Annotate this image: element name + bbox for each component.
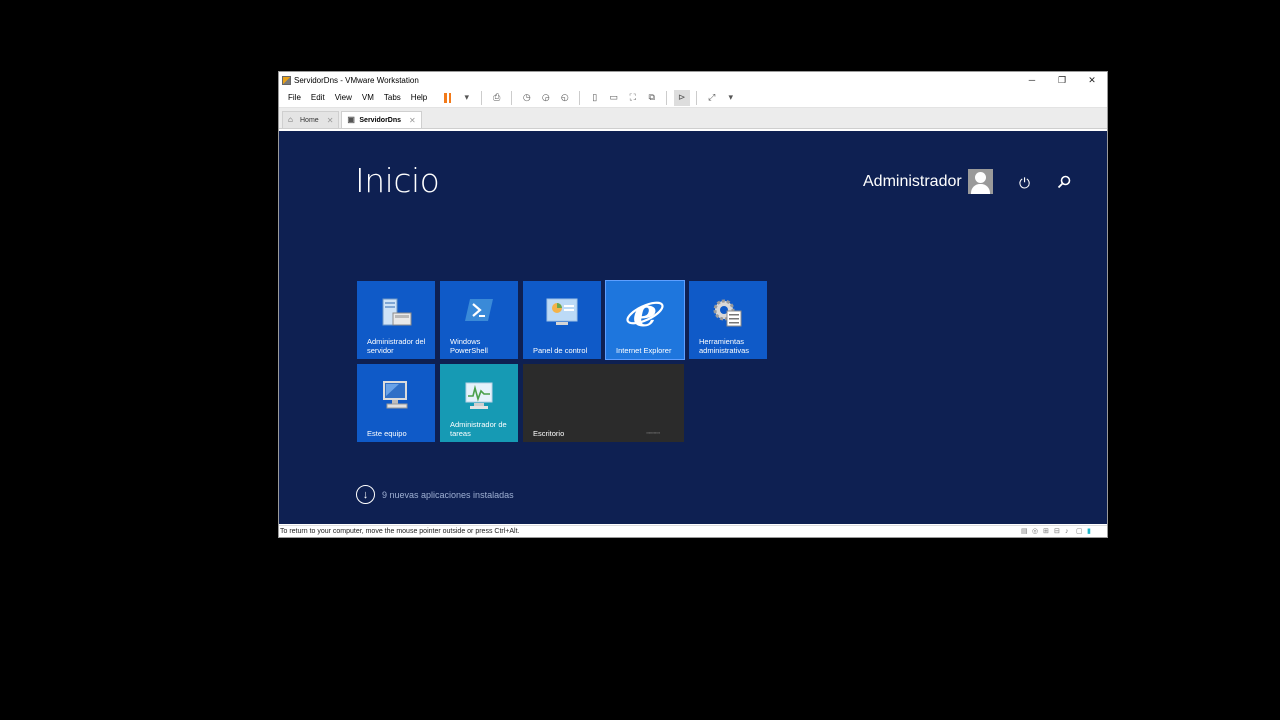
close-icon[interactable]: ✕	[409, 116, 416, 125]
pause-button[interactable]	[440, 90, 456, 106]
close-button[interactable]: ✕	[1077, 72, 1107, 88]
tile-label: Este equipo	[367, 428, 407, 438]
usb-controller-icon[interactable]: ⊟	[1054, 528, 1062, 536]
status-message: To return to your computer, move the mou…	[280, 528, 520, 535]
vm-icon: ▣	[347, 115, 355, 124]
tile-label: Herramientas administrativas	[699, 337, 750, 355]
stretch-dropdown-chevron-icon[interactable]: ▾	[723, 90, 739, 106]
snapshot-manager-icon[interactable]: ◵	[557, 90, 573, 106]
menu-view[interactable]: View	[330, 93, 357, 102]
menu-file[interactable]: File	[283, 93, 306, 102]
window-title: ServidorDns - VMware Workstation	[294, 75, 419, 85]
tile-internet-explorer[interactable]: e Internet Explorer	[605, 280, 685, 360]
tile-label: Administrador del servidor	[367, 337, 426, 355]
avatar	[967, 169, 993, 194]
toolbar-divider	[666, 90, 668, 105]
toolbar-divider	[696, 90, 698, 105]
new-apps-label: 9 nuevas aplicaciones instaladas	[382, 489, 514, 500]
power-icon[interactable]: ⏻	[1019, 175, 1030, 192]
toolbar: ▾ ⎙ ◷ ◶ ◵ ▯ ▭ ⛶ ⧉ ⊳ ⤢ ▾	[438, 89, 740, 106]
menu-bar: File Edit View VM Tabs Help ▾ ⎙ ◷ ◶ ◵ ▯ …	[279, 88, 1107, 108]
svg-text:e: e	[633, 293, 657, 333]
tile-powershell[interactable]: Windows PowerShell	[440, 281, 518, 359]
minimize-button[interactable]: ─	[1017, 72, 1047, 88]
tile-label: Windows PowerShell	[450, 337, 488, 355]
tab-home[interactable]: ⌂ Home ✕	[282, 111, 340, 128]
window-controls: ─ ❐ ✕	[1017, 72, 1107, 88]
vmware-window: ServidorDns - VMware Workstation ─ ❐ ✕ F…	[278, 71, 1108, 538]
title-bar: ServidorDns - VMware Workstation ─ ❐ ✕	[279, 72, 1107, 88]
tile-label: Panel de control	[533, 345, 588, 355]
menu-vm[interactable]: VM	[357, 93, 379, 102]
menu-help[interactable]: Help	[406, 93, 432, 102]
menu-tabs[interactable]: Tabs	[379, 93, 406, 102]
new-apps-link[interactable]: ↓ 9 nuevas aplicaciones instaladas	[356, 485, 514, 504]
toolbar-divider	[579, 90, 581, 105]
toolbar-divider	[511, 90, 513, 105]
tile-control-panel[interactable]: Panel de control	[523, 281, 601, 359]
tab-home-label: Home	[300, 116, 319, 124]
tile-task-manager[interactable]: Administrador de tareas	[440, 364, 518, 442]
home-icon: ⌂	[288, 115, 293, 124]
full-screen-icon[interactable]: ⛶	[625, 90, 641, 106]
control-panel-icon	[545, 297, 579, 332]
vmware-app-icon	[282, 75, 291, 85]
server-manager-icon	[379, 297, 413, 332]
power-dropdown-chevron-icon[interactable]: ▾	[459, 90, 475, 106]
console-view-icon[interactable]: ⊳	[673, 89, 690, 106]
arrow-down-icon[interactable]: ↓	[356, 485, 375, 504]
unity-icon[interactable]: ⧉	[644, 90, 660, 106]
restore-button[interactable]: ❐	[1047, 72, 1077, 88]
sound-card-icon[interactable]: ♪	[1065, 528, 1073, 536]
status-bar: To return to your computer, move the mou…	[279, 525, 1107, 537]
toolbar-divider	[481, 90, 483, 105]
powershell-icon	[464, 297, 494, 326]
admin-tools-icon	[711, 297, 745, 332]
tab-strip: ⌂ Home ✕ ▣ ServidorDns ✕	[279, 108, 1107, 129]
tab-servidordns-label: ServidorDns	[359, 116, 402, 124]
close-icon[interactable]: ✕	[327, 116, 334, 125]
tile-label: Administrador de tareas	[450, 420, 507, 438]
message-log-icon[interactable]: ▮	[1087, 528, 1095, 536]
tile-desktop[interactable]: Escritorio ▪▪▪▪▪▪▪▪▪▪▪	[523, 364, 684, 442]
page-title: Inicio	[355, 161, 440, 200]
windows-logo-watermark: ▪▪▪▪▪▪▪▪▪▪▪	[646, 430, 660, 435]
display-icon[interactable]: ▢	[1076, 528, 1084, 536]
computer-icon	[379, 380, 413, 415]
network-adapter-icon[interactable]: ⊞	[1043, 528, 1051, 536]
tile-admin-tools[interactable]: Herramientas administrativas	[689, 281, 767, 359]
menu-edit[interactable]: Edit	[306, 93, 330, 102]
show-library-icon[interactable]: ▯	[587, 90, 603, 106]
task-manager-icon	[462, 380, 496, 415]
revert-snapshot-icon[interactable]: ◶	[538, 90, 554, 106]
vm-console[interactable]: Inicio Administrador ⏻ Administrador del…	[279, 131, 1107, 524]
thumbnail-bar-icon[interactable]: ▭	[606, 90, 622, 106]
stretch-guest-icon[interactable]: ⤢	[704, 90, 720, 106]
tile-label: Internet Explorer	[616, 345, 672, 355]
user-name: Administrador	[863, 172, 962, 190]
send-ctrl-alt-del-icon[interactable]: ⎙	[489, 90, 505, 106]
device-status-icons: ▤ ◎ ⊞ ⊟ ♪ ▢ ▮	[1018, 528, 1095, 536]
internet-explorer-icon: e	[625, 290, 665, 336]
snapshot-icon[interactable]: ◷	[519, 90, 535, 106]
search-icon[interactable]	[1057, 175, 1071, 192]
tab-servidordns[interactable]: ▣ ServidorDns ✕	[341, 111, 422, 128]
hard-disk-icon[interactable]: ▤	[1021, 528, 1029, 536]
cd-drive-icon[interactable]: ◎	[1032, 528, 1040, 536]
user-account[interactable]: Administrador	[863, 169, 993, 194]
tile-server-manager[interactable]: Administrador del servidor	[357, 281, 435, 359]
tile-this-pc[interactable]: Este equipo	[357, 364, 435, 442]
